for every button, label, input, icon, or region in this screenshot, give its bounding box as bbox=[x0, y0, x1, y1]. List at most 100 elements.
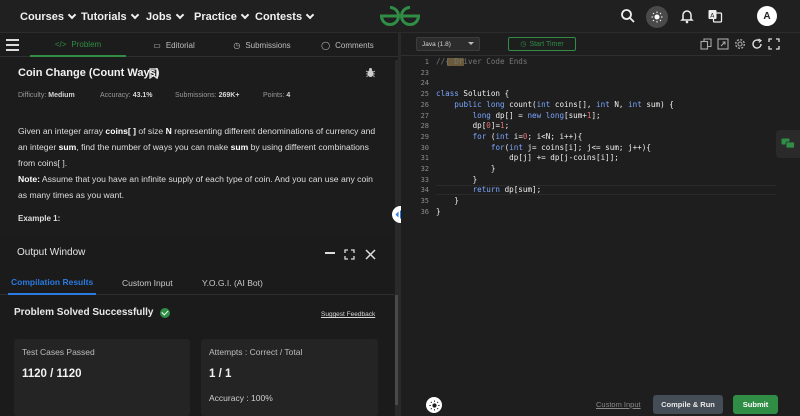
clock-icon: ◷ bbox=[233, 40, 241, 50]
theme-toggle-button[interactable] bbox=[646, 6, 668, 28]
copy-icon[interactable] bbox=[700, 38, 712, 50]
submit-label: Submit bbox=[742, 400, 769, 409]
problem-title-text: Coin Change (Count Ways) bbox=[18, 67, 160, 79]
nav-label: Contests bbox=[255, 10, 303, 23]
line-number: 27 bbox=[420, 111, 429, 120]
refresh-icon[interactable] bbox=[751, 38, 763, 50]
bug-report-icon[interactable] bbox=[365, 67, 376, 78]
tab-label: Y.O.G.I. (AI Bot) bbox=[202, 277, 263, 288]
code-line[interactable]: dp[0]=1; bbox=[436, 121, 510, 130]
meta-label: Accuracy: bbox=[100, 92, 131, 99]
code-line[interactable]: } bbox=[436, 175, 478, 184]
language-value: Java (1.8) bbox=[422, 40, 451, 48]
sun-icon bbox=[651, 11, 663, 23]
line-number: 32 bbox=[420, 165, 429, 173]
fullscreen-exit-icon[interactable] bbox=[768, 38, 780, 50]
fullscreen-icon[interactable] bbox=[717, 38, 729, 50]
start-timer-button[interactable]: ◷ Start Timer bbox=[508, 37, 576, 51]
expand-icon[interactable] bbox=[344, 249, 355, 260]
example-heading-text: Example 1: bbox=[18, 214, 61, 223]
nav-contests[interactable]: Contests bbox=[255, 0, 315, 33]
chevron-down-icon bbox=[175, 10, 184, 20]
tab-label: Submissions bbox=[245, 40, 291, 50]
code-line[interactable]: dp[j] += dp[j-coins[i]]; bbox=[436, 153, 619, 162]
code-line[interactable]: long dp[] = new long[sum+1]; bbox=[436, 111, 601, 120]
nav-practice[interactable]: Practice bbox=[194, 0, 250, 33]
line-number: 35 bbox=[420, 197, 429, 206]
code-line[interactable]: class Solution { bbox=[436, 89, 509, 98]
line-number: 30 bbox=[420, 143, 429, 152]
bell-icon[interactable] bbox=[679, 8, 695, 24]
search-icon[interactable] bbox=[620, 8, 636, 24]
check-circle-icon bbox=[159, 307, 170, 318]
code-line[interactable]: for (int i=0; i<N; i++){ bbox=[436, 132, 583, 141]
tab-comments[interactable]: ◯ Comments bbox=[305, 33, 390, 57]
bookmark-icon[interactable] bbox=[149, 68, 158, 79]
code-line[interactable]: } bbox=[436, 196, 459, 205]
test-cases-value: 1120 / 1120 bbox=[22, 368, 81, 380]
chevron-down-icon bbox=[130, 10, 139, 20]
tab-custom-input[interactable]: Custom Input bbox=[122, 270, 173, 295]
tab-yogi-ai-bot[interactable]: Y.O.G.I. (AI Bot) bbox=[202, 270, 263, 295]
attempts-value: 1 / 1 bbox=[209, 368, 231, 380]
test-cases-label: Test Cases Passed bbox=[22, 347, 95, 357]
editor-theme-button[interactable] bbox=[426, 397, 442, 413]
language-select[interactable]: Java (1.8) bbox=[416, 37, 480, 51]
chat-button[interactable] bbox=[776, 130, 800, 158]
tab-problem[interactable]: </> Problem bbox=[30, 33, 126, 57]
nav-tutorials[interactable]: Tutorials bbox=[81, 0, 139, 33]
code-line[interactable]: public long count(int coins[], int N, in… bbox=[436, 100, 674, 109]
output-window-title-text: Output Window bbox=[17, 247, 86, 258]
meta-label: Points: bbox=[263, 92, 285, 99]
tab-editorial[interactable]: ▭ Editorial bbox=[126, 33, 222, 57]
minimize-icon[interactable] bbox=[325, 252, 335, 254]
line-number: 23 bbox=[420, 68, 429, 77]
translate-icon[interactable]: A bbox=[707, 8, 723, 24]
tab-label: Editorial bbox=[165, 40, 195, 50]
nav-jobs[interactable]: Jobs bbox=[146, 0, 184, 33]
suggest-feedback-text: Suggest Feedback bbox=[321, 311, 376, 318]
attempts-label: Attempts : Correct / Total bbox=[209, 347, 302, 357]
line-number: 1 bbox=[424, 58, 429, 66]
code-icon: </> bbox=[54, 39, 67, 49]
line-number: 26 bbox=[420, 100, 429, 109]
accuracy-meta: Accuracy: 43.1% bbox=[100, 92, 153, 99]
submissions-meta: Submissions: 269K+ bbox=[175, 92, 239, 99]
problem-description: Given an integer array coins[ ] of size … bbox=[18, 126, 376, 200]
tab-submissions[interactable]: ◷ Submissions bbox=[222, 33, 302, 57]
suggest-feedback-link[interactable]: Suggest Feedback bbox=[321, 311, 375, 318]
accuracy-result: Accuracy : 100% bbox=[209, 393, 273, 403]
example-heading: Example 1: bbox=[18, 214, 60, 223]
gfg-logo-icon[interactable] bbox=[379, 5, 421, 27]
nav-label: Tutorials bbox=[81, 10, 127, 23]
timer-label: Start Timer bbox=[529, 40, 564, 48]
accuracy-value: 43.1% bbox=[132, 92, 153, 99]
line-number: 28 bbox=[420, 122, 429, 131]
custom-input-link[interactable]: Custom Input bbox=[596, 400, 641, 409]
nav-courses[interactable]: Courses bbox=[20, 0, 77, 33]
close-icon[interactable] bbox=[365, 249, 376, 260]
line-number: 24 bbox=[420, 79, 429, 88]
editor-scroll-area bbox=[771, 56, 800, 394]
submit-button[interactable]: Submit bbox=[733, 395, 778, 414]
compile-run-button[interactable]: Compile & Run bbox=[653, 395, 723, 414]
code-line[interactable]: for(int j= coins[i]; j<= sum; j++){ bbox=[436, 143, 651, 152]
status-text: Problem Solved Successfully bbox=[14, 307, 154, 318]
code-line[interactable]: //{ Driver Code Ends bbox=[436, 57, 527, 66]
points-value: 4 bbox=[286, 92, 291, 99]
card-label-text: Attempts : Correct / Total bbox=[209, 347, 303, 357]
output-window-title: Output Window bbox=[17, 247, 85, 258]
tab-compilation-results[interactable]: Compilation Results bbox=[8, 270, 97, 295]
code-line[interactable]: } bbox=[436, 164, 496, 173]
difficulty-meta: Difficulty: Medium bbox=[18, 92, 75, 99]
chevron-down-icon bbox=[305, 10, 315, 20]
code-line[interactable]: return dp[sum]; bbox=[436, 185, 542, 194]
menu-icon[interactable] bbox=[6, 39, 19, 51]
custom-input-text: Custom Input bbox=[596, 400, 641, 409]
avatar[interactable]: A bbox=[757, 6, 777, 26]
gear-icon[interactable] bbox=[734, 38, 746, 50]
card-label-text: Test Cases Passed bbox=[22, 347, 95, 357]
code-line[interactable]: } bbox=[436, 207, 441, 216]
chevron-down-icon bbox=[468, 42, 474, 45]
meta-label: Submissions: bbox=[175, 92, 217, 99]
